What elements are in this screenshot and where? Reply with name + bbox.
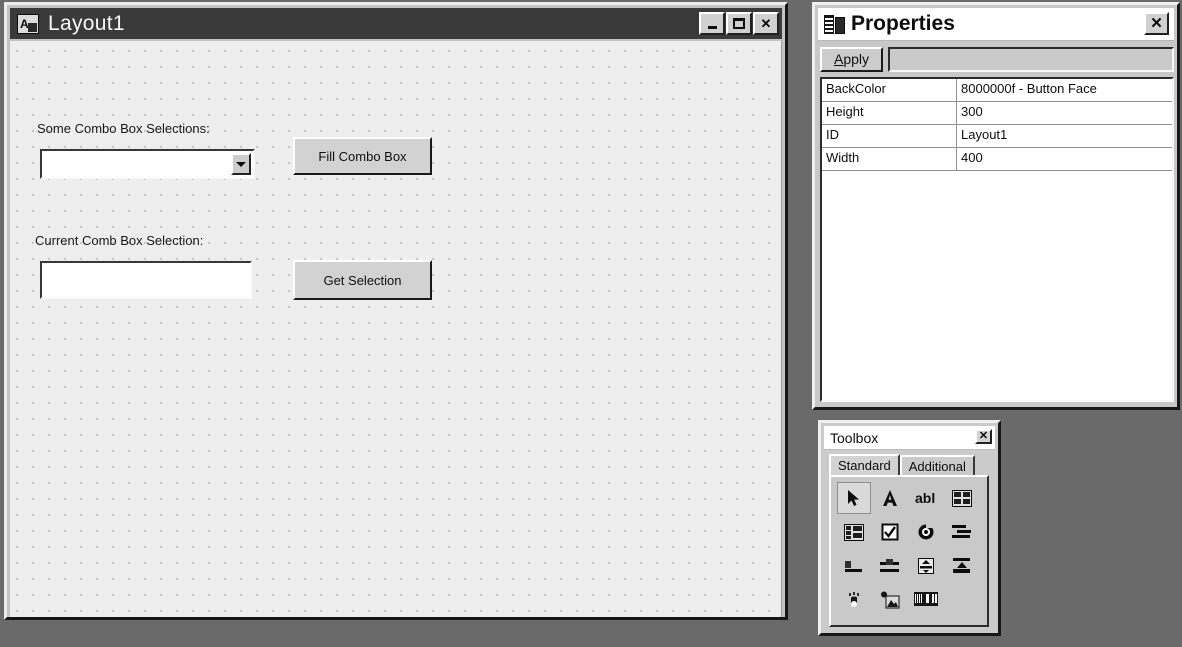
desktop: A Layout1 ✕ Some Combo Box Selections: F… [0,0,1182,647]
toolbox-tool-grid: abl [829,475,989,627]
apply-button[interactable]: Apply [820,46,883,72]
combo-dropdown-button[interactable] [231,153,251,175]
close-icon: ✕ [760,16,772,31]
minimize-icon [707,26,717,29]
property-value-input[interactable] [888,46,1174,72]
togglebutton-tool-icon[interactable] [909,550,943,582]
properties-title: Properties [851,12,955,35]
optionbutton-tool-icon[interactable] [909,516,943,548]
toolbox-title: Toolbox [830,429,879,446]
textbox-tool-icon[interactable]: abl [909,482,943,514]
properties-close-button[interactable]: ✕ [1144,12,1169,35]
current-selection-label: Current Comb Box Selection: [35,233,204,248]
window-icon-part [834,16,845,34]
property-name: Height [822,102,957,124]
property-grid[interactable]: BackColor 8000000f - Button Face Height … [820,77,1174,402]
combobox-tool-icon[interactable] [837,516,871,548]
multipage-tool-icon[interactable] [909,584,943,616]
layout-window: A Layout1 ✕ Some Combo Box Selections: F… [4,2,788,620]
apply-label-rest: pply [843,51,870,67]
combo-box-label: Some Combo Box Selections: [37,121,210,136]
maximize-button[interactable] [726,12,752,35]
fill-combo-box-button[interactable]: Fill Combo Box [293,137,432,175]
table-row[interactable]: Width 400 [822,148,1172,171]
table-row[interactable]: ID Layout1 [822,125,1172,148]
minimize-button[interactable] [699,12,725,35]
maximize-icon [733,18,745,29]
label-tool-icon[interactable] [873,482,907,514]
spinbutton-tool-icon[interactable] [873,550,907,582]
chevron-down-icon [236,161,246,167]
close-icon: ✕ [978,430,989,442]
svg-text:abl: abl [915,490,935,506]
properties-toolbar: Apply [820,45,1174,73]
table-row[interactable]: BackColor 8000000f - Button Face [822,79,1172,102]
get-selection-button[interactable]: Get Selection [293,260,432,300]
window-title: Layout1 [48,11,125,35]
property-value[interactable]: Layout1 [957,125,1172,147]
grid-icon-part [824,14,834,34]
properties-window: Properties ✕ Apply BackColor 8000000f - … [812,2,1180,410]
property-name: BackColor [822,79,957,101]
frame-tool-icon[interactable] [945,482,979,514]
listbox-tool-icon[interactable] [945,516,979,548]
property-value[interactable]: 400 [957,148,1172,170]
selection-text-box[interactable] [40,261,252,299]
toolbox-window: Toolbox ✕ Standard Additional abl [818,420,1001,636]
combo-box-control[interactable] [40,149,255,179]
tab-standard[interactable]: Standard [829,454,900,476]
pointer-tool-icon[interactable] [837,482,871,514]
tab-additional[interactable]: Additional [899,455,975,476]
properties-grid-icon [824,14,845,34]
image-tool-icon[interactable] [873,584,907,616]
table-row[interactable]: Height 300 [822,102,1172,125]
checkbox-tool-icon[interactable] [873,516,907,548]
apply-accel-letter: A [833,51,844,67]
close-icon: ✕ [1150,15,1163,32]
close-button[interactable]: ✕ [753,12,779,35]
toolbox-titlebar[interactable]: Toolbox ✕ [824,426,995,450]
window-controls: ✕ [699,12,779,35]
property-name: ID [822,125,957,147]
properties-titlebar[interactable]: Properties ✕ [818,8,1174,41]
form-design-canvas[interactable]: Some Combo Box Selections: Fill Combo Bo… [10,41,782,617]
scrollbar-tool-icon[interactable] [837,550,871,582]
tabstrip-tool-icon[interactable] [945,550,979,582]
commandbutton-tool-icon[interactable] [837,584,871,616]
property-value[interactable]: 300 [957,102,1172,124]
toolbox-close-button[interactable]: ✕ [975,429,992,444]
toolbox-tabs: Standard Additional [829,454,975,476]
property-name: Width [822,148,957,170]
property-value[interactable]: 8000000f - Button Face [957,79,1172,101]
form-designer-icon: A [17,13,39,34]
layout-titlebar[interactable]: A Layout1 ✕ [10,8,782,39]
